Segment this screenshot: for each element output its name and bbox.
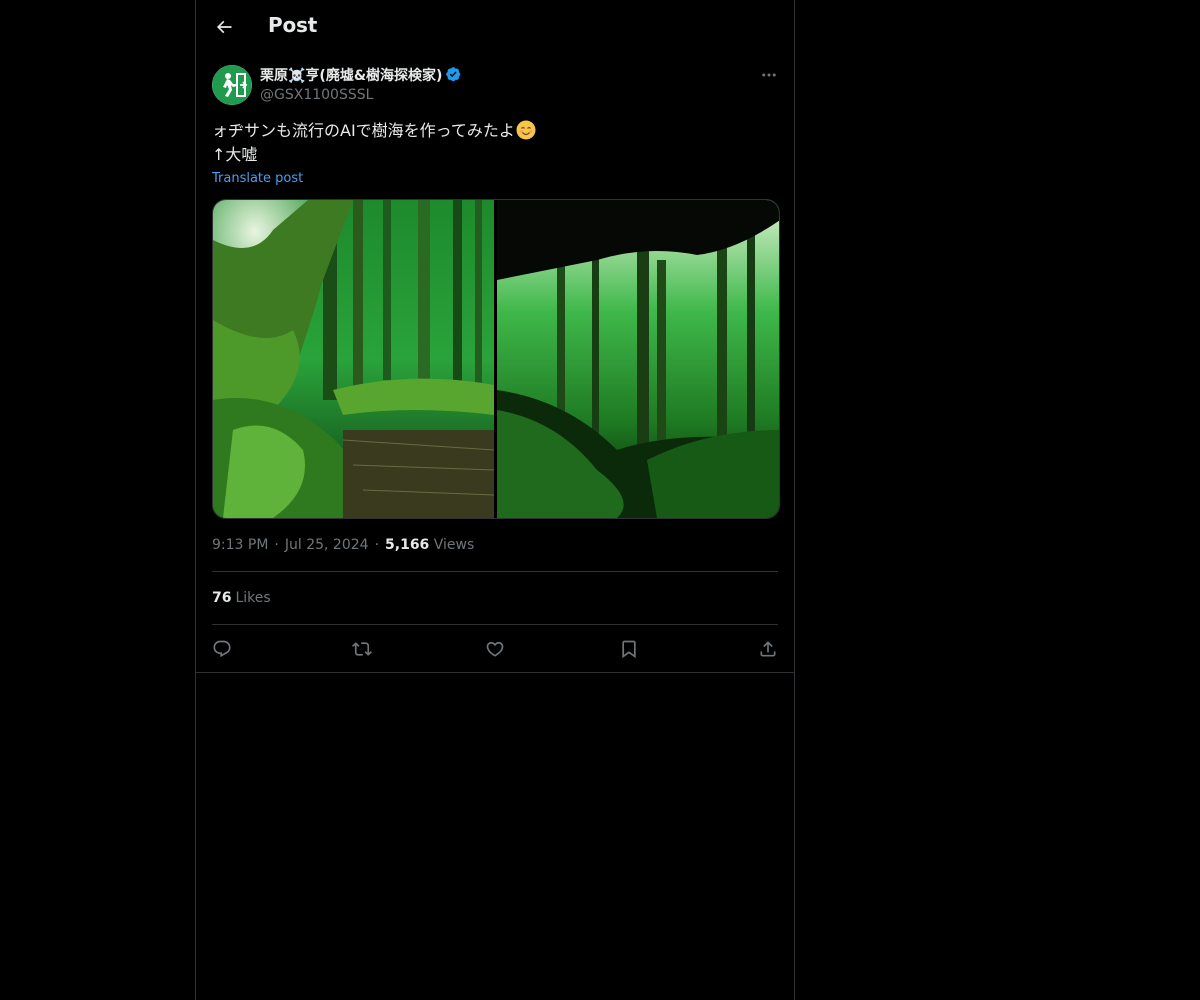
repost-button[interactable] (346, 634, 378, 664)
author-name-text: 栗原☠️亨(廃墟&樹海探検家) (260, 68, 443, 84)
like-icon (486, 641, 504, 657)
views-label: Views (433, 537, 475, 553)
primary-column: Post 栗原☠️亨(廃墟&樹海探検家) @GSX1100SSSL ォヂサンも流… (195, 0, 795, 1000)
back-button[interactable] (208, 11, 240, 43)
share-button[interactable] (746, 634, 778, 664)
reply-button[interactable] (212, 634, 244, 664)
smiling-face-emoji (516, 120, 536, 140)
post-text: ォヂサンも流行のAIで樹海を作ってみたよ ↑大嘘 (212, 119, 772, 167)
avatar[interactable] (212, 65, 252, 105)
post-text-line1: ォヂサンも流行のAIで樹海を作ってみたよ (212, 121, 515, 140)
post-text-line2: ↑大嘘 (212, 145, 258, 164)
share-icon (760, 641, 776, 657)
translate-post-link[interactable]: Translate post (212, 171, 303, 186)
more-options-button[interactable] (756, 65, 782, 85)
divider-bottom (212, 624, 778, 625)
author-handle[interactable]: @GSX1100SSSL (260, 87, 373, 103)
reply-icon (213, 640, 231, 658)
divider-top (212, 571, 778, 572)
post-detail: 栗原☠️亨(廃墟&樹海探検家) @GSX1100SSSL ォヂサンも流行のAIで… (196, 53, 794, 673)
more-dots-icon (762, 73, 776, 77)
forest-photo-cave-view[interactable] (497, 200, 779, 518)
forest-photo-right-art (497, 200, 779, 518)
back-arrow-icon (216, 20, 232, 34)
forest-photo-left-art (213, 200, 495, 518)
media-grid (212, 199, 780, 519)
views-count: 5,166 (385, 537, 430, 553)
likes-count: 76 (212, 590, 232, 606)
exit-sign-avatar-icon (212, 65, 252, 105)
forest-photo-mossy-roots[interactable] (213, 200, 495, 518)
page-title: Post (268, 13, 318, 37)
verified-badge-icon (446, 67, 461, 82)
bookmark-button[interactable] (613, 634, 645, 664)
post-date[interactable]: Jul 25, 2024 (285, 537, 369, 553)
action-bar (212, 634, 778, 664)
likes-stat[interactable]: 76 Likes (212, 590, 271, 606)
bookmark-icon (621, 640, 636, 659)
post-header: Post (196, 0, 794, 53)
like-button[interactable] (479, 634, 511, 664)
post-meta: 9:13 PM · Jul 25, 2024 · 5,166 Views (212, 537, 475, 553)
post-time[interactable]: 9:13 PM (212, 537, 268, 553)
repost-icon (351, 642, 372, 656)
author-display-name[interactable]: 栗原☠️亨(廃墟&樹海探検家) (260, 65, 463, 85)
likes-label: Likes (235, 590, 271, 606)
